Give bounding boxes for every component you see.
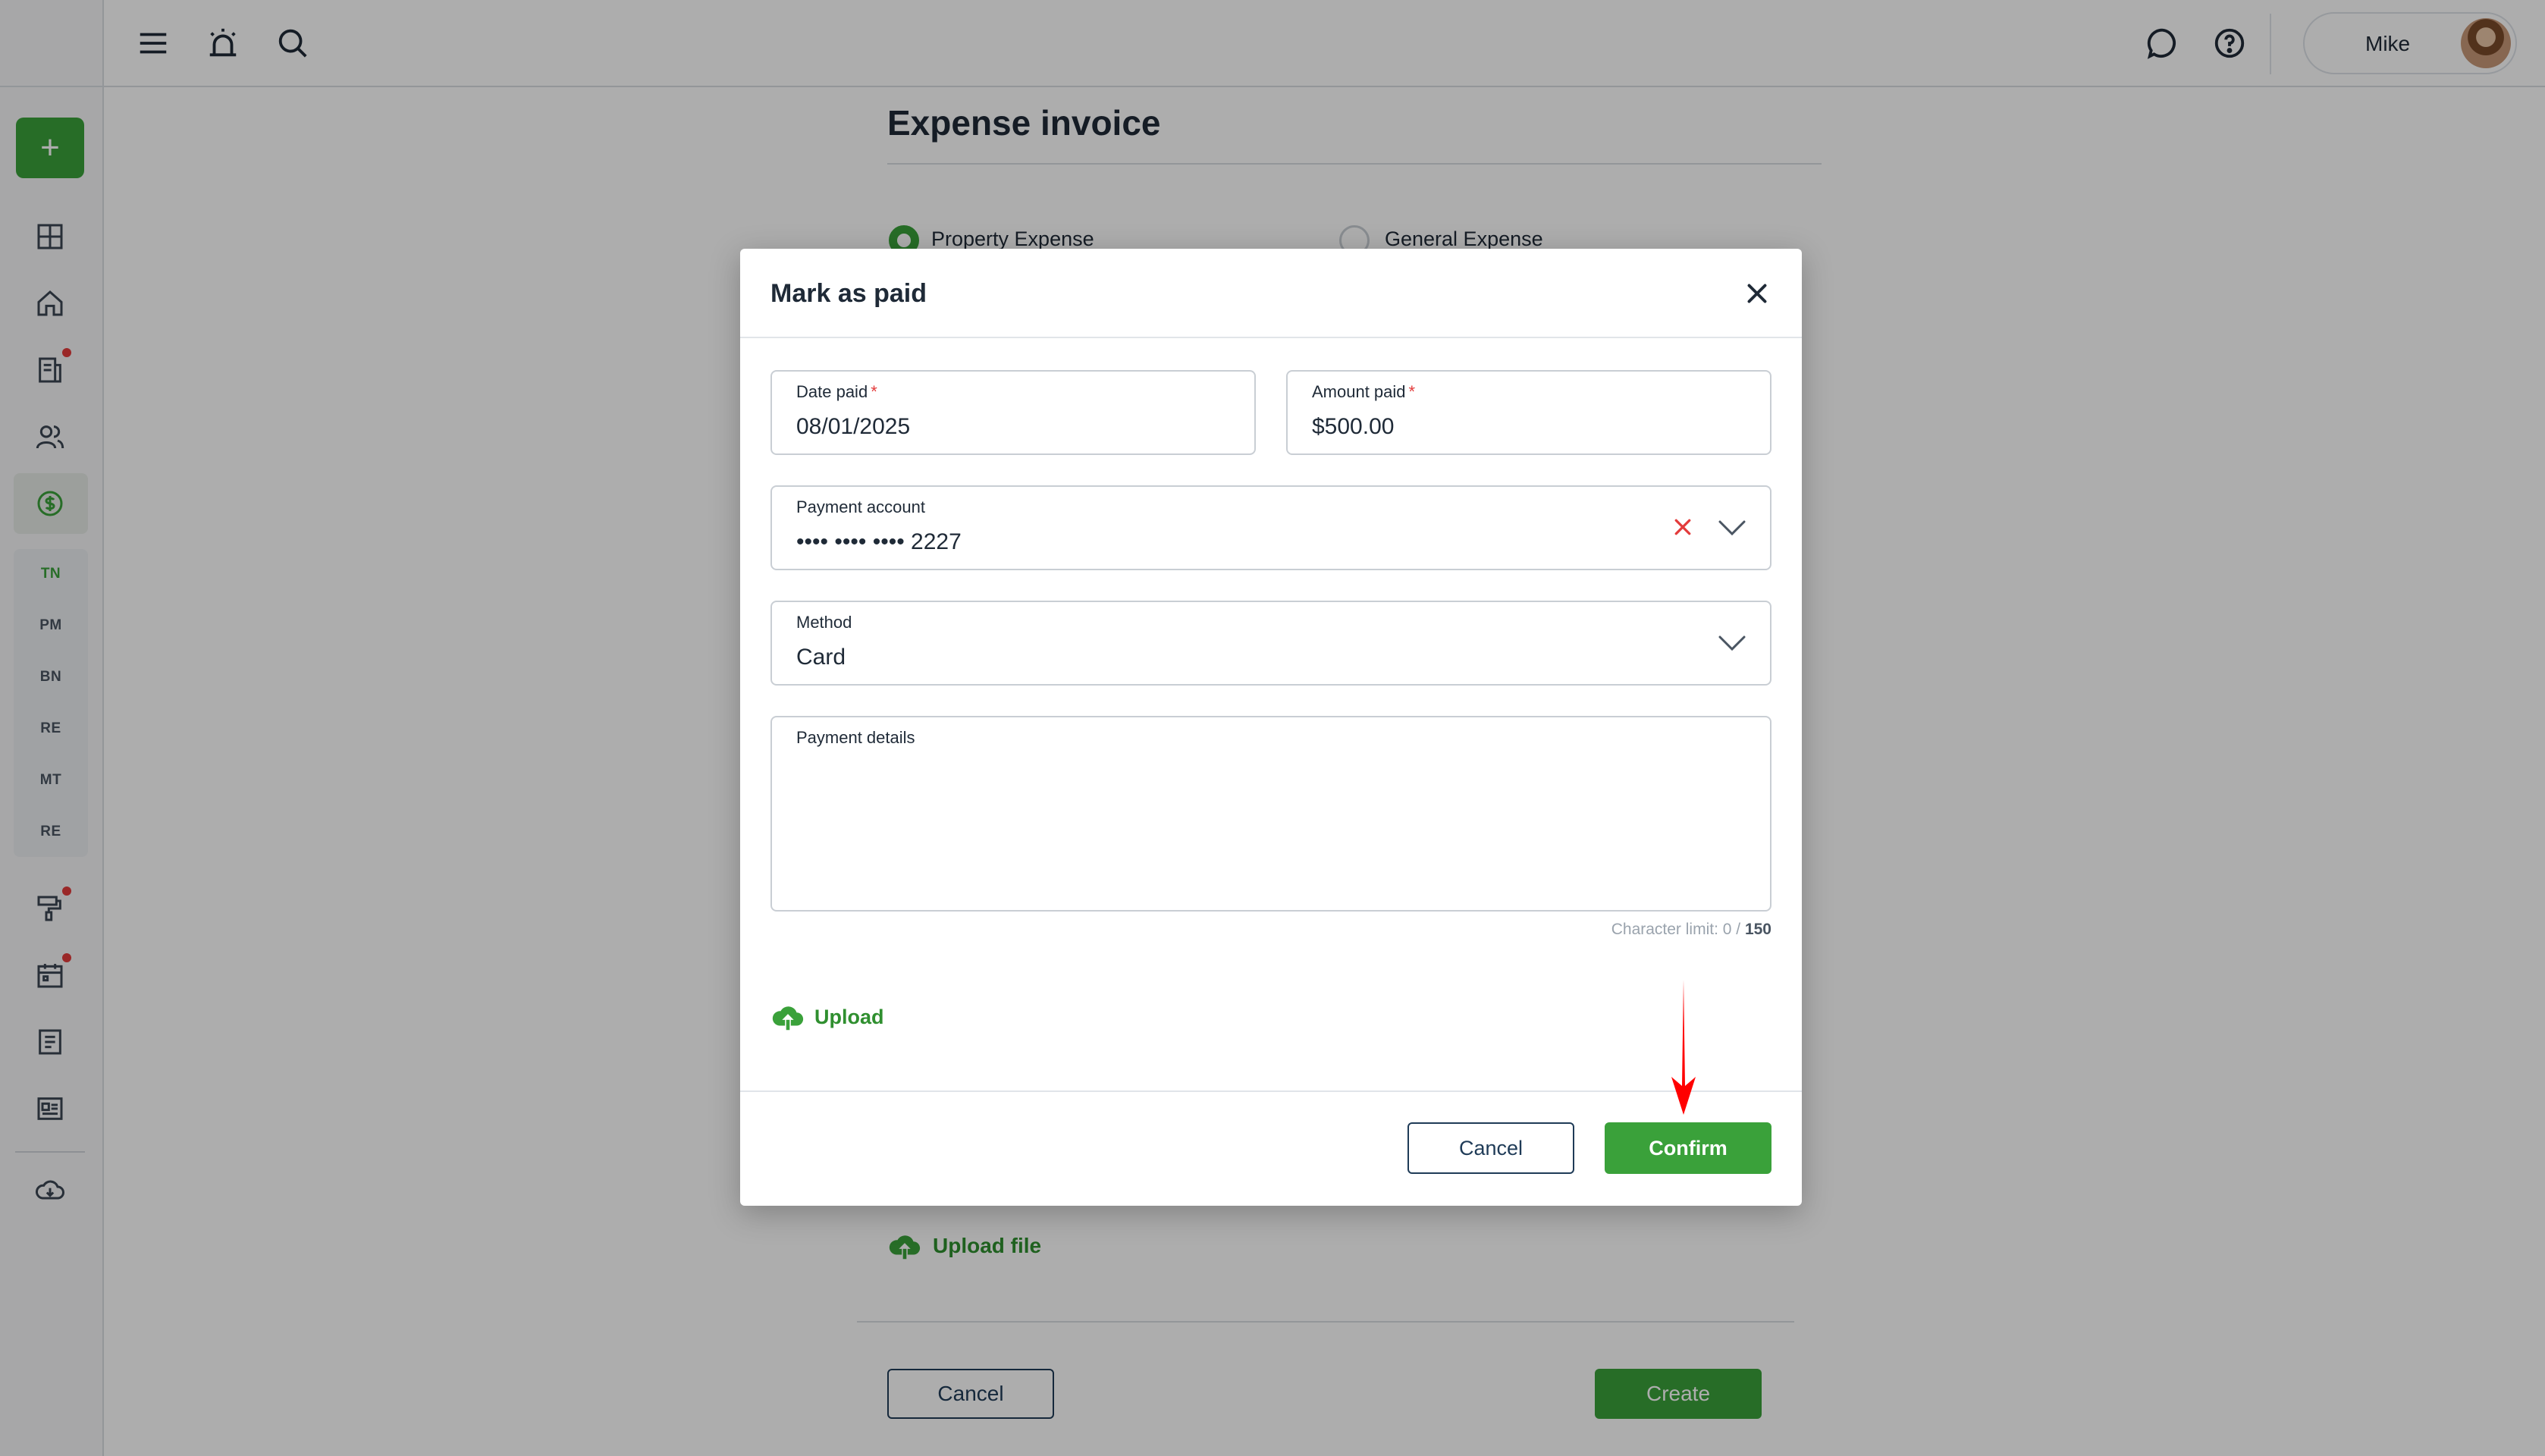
dialog-title: Mark as paid <box>770 279 927 308</box>
payment-account-label: Payment account <box>796 497 925 516</box>
payment-account-select[interactable]: Payment account •••• •••• •••• 2227 <box>770 485 1771 570</box>
confirm-button[interactable]: Confirm <box>1605 1122 1771 1174</box>
annotation-arrow <box>1671 980 1696 1115</box>
close-icon[interactable] <box>1741 278 1773 309</box>
upload-label: Upload <box>814 1005 884 1028</box>
upload-button[interactable]: Upload <box>770 999 884 1034</box>
method-select[interactable]: Method Card <box>770 601 1771 686</box>
date-paid-label: Date paid * <box>796 382 877 401</box>
clear-icon[interactable] <box>1671 516 1694 538</box>
amount-paid-label: Amount paid * <box>1312 382 1416 401</box>
dialog-header: Mark as paid <box>740 249 1802 338</box>
date-paid-value: 08/01/2025 <box>796 414 911 439</box>
character-limit: Character limit: 0 / 150 <box>1611 921 1771 938</box>
dialog-footer-divider <box>740 1090 1802 1092</box>
cancel-button[interactable]: Cancel <box>1407 1122 1574 1174</box>
mark-as-paid-dialog: Mark as paid Date paid * 08/01/2025 Amoun… <box>740 249 1802 1206</box>
payment-account-value: •••• •••• •••• 2227 <box>796 529 962 554</box>
date-paid-field[interactable]: Date paid * 08/01/2025 <box>770 370 1256 455</box>
amount-paid-field[interactable]: Amount paid * $500.00 <box>1286 370 1771 455</box>
upload-cloud-icon <box>772 1006 804 1031</box>
payment-details-label: Payment details <box>796 728 915 747</box>
method-label: Method <box>796 613 852 632</box>
payment-details-textarea[interactable]: Payment details <box>770 716 1771 912</box>
method-value: Card <box>796 645 846 670</box>
chevron-down-icon[interactable] <box>1717 517 1747 538</box>
chevron-down-icon[interactable] <box>1717 632 1747 654</box>
app-root: + TN PM BN RE MT RE Mike Expense invoice… <box>0 0 2545 1456</box>
amount-paid-value: $500.00 <box>1312 414 1395 439</box>
